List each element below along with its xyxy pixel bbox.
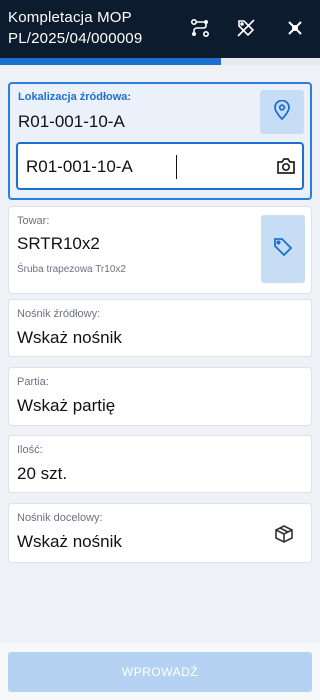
target-carrier-card[interactable]: Nośnik docelowy: Wskaż nośnik bbox=[8, 503, 312, 563]
progress-fill bbox=[0, 58, 221, 65]
route-icon[interactable] bbox=[189, 17, 211, 39]
batch-card[interactable]: Partia: Wskaż partię bbox=[8, 367, 312, 426]
batch-value: Wskaż partię bbox=[17, 396, 116, 415]
product-label: Towar: bbox=[17, 215, 50, 227]
camera-icon[interactable] bbox=[276, 157, 296, 180]
source-location-input-box[interactable] bbox=[16, 142, 304, 190]
source-carrier-value: Wskaż nośnik bbox=[17, 328, 122, 347]
source-location-value: R01-001-10-A bbox=[18, 112, 125, 131]
package-icon[interactable] bbox=[274, 524, 294, 549]
location-pin-icon bbox=[273, 99, 291, 125]
tag-off-icon[interactable] bbox=[235, 17, 257, 39]
page-title: Kompletacja MOP PL/2025/04/000009 bbox=[8, 7, 142, 49]
quantity-card[interactable]: Ilość: 20 szt. bbox=[8, 435, 312, 493]
batch-label: Partia: bbox=[17, 376, 49, 388]
submit-button[interactable]: WPROWADŹ bbox=[8, 652, 312, 692]
text-caret bbox=[176, 155, 177, 179]
tag-icon bbox=[273, 237, 293, 262]
app-header: Kompletacja MOP PL/2025/04/000009 bbox=[0, 0, 320, 58]
close-icon[interactable] bbox=[284, 17, 306, 39]
product-description: Śruba trapezowa Tr10x2 bbox=[17, 264, 126, 275]
source-location-input[interactable] bbox=[26, 154, 256, 180]
progress-bar bbox=[0, 58, 320, 65]
source-carrier-card[interactable]: Nośnik źródłowy: Wskaż nośnik bbox=[8, 299, 312, 357]
product-tag-button[interactable] bbox=[261, 215, 305, 283]
source-location-label: Lokalizacja źródłowa: bbox=[18, 91, 132, 103]
source-carrier-label: Nośnik źródłowy: bbox=[17, 308, 101, 320]
target-carrier-label: Nośnik docelowy: bbox=[17, 512, 103, 524]
quantity-value: 20 szt. bbox=[17, 464, 68, 483]
product-code: SRTR10x2 bbox=[17, 234, 100, 253]
location-pin-button[interactable] bbox=[260, 90, 304, 134]
title-line-1: Kompletacja MOP bbox=[8, 9, 132, 26]
title-line-2: PL/2025/04/000009 bbox=[8, 30, 143, 47]
product-card[interactable]: Towar: SRTR10x2 Śruba trapezowa Tr10x2 bbox=[8, 206, 312, 294]
quantity-label: Ilość: bbox=[17, 444, 43, 456]
target-carrier-value: Wskaż nośnik bbox=[17, 532, 122, 551]
